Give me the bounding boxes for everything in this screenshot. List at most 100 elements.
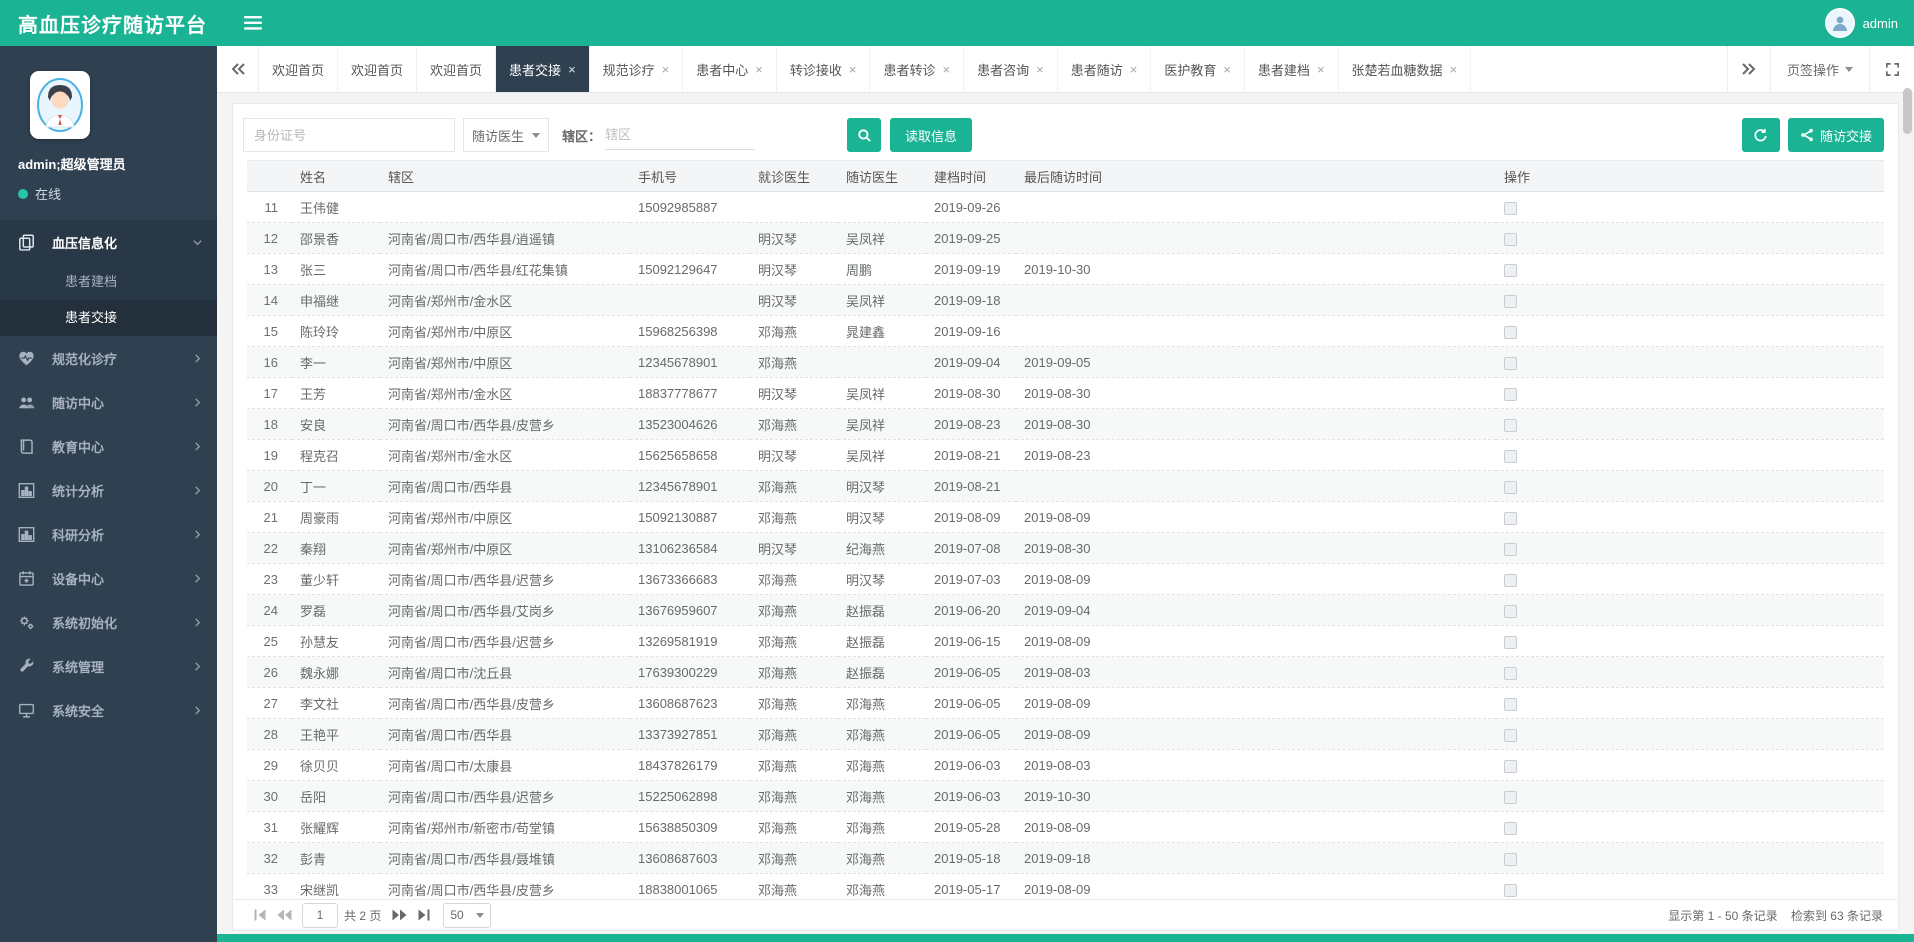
row-select-checkbox[interactable] (1504, 232, 1517, 246)
fullscreen-icon[interactable] (1870, 46, 1914, 92)
row-select-checkbox[interactable] (1504, 728, 1517, 742)
patient-name: 李一 (292, 346, 380, 378)
row-select-checkbox[interactable] (1504, 325, 1517, 339)
table-row: 18 安良 河南省/周口市/西华县/皮营乡 13523004626 邓海燕 吴凤祥 2019… (247, 408, 1884, 440)
tab[interactable]: 张楚若血糖数据 × (1339, 46, 1472, 92)
row-select-checkbox[interactable] (1504, 573, 1517, 587)
next-page-button[interactable] (387, 903, 411, 927)
tab[interactable]: 转诊接收 × (777, 46, 871, 92)
close-icon[interactable]: × (662, 63, 670, 76)
sidebar-item-label: 血压信息化 (52, 235, 118, 251)
profile-avatar[interactable] (30, 71, 90, 139)
sidebar-item[interactable]: 科研分析 (0, 512, 217, 556)
row-select-checkbox[interactable] (1504, 635, 1517, 649)
patient-region: 河南省/周口市/西华县/皮营乡 (380, 408, 630, 440)
bar-chart-icon (18, 526, 35, 543)
sidebar-toggle-icon[interactable] (238, 10, 268, 36)
row-select-checkbox[interactable] (1504, 883, 1517, 897)
row-actions (1496, 625, 1884, 657)
id-card-input[interactable] (243, 118, 455, 152)
last-page-button[interactable] (411, 903, 435, 927)
column-header: 最后随访时间 (1016, 160, 1496, 192)
row-select-checkbox[interactable] (1504, 480, 1517, 494)
close-icon[interactable]: × (1130, 63, 1138, 76)
follow-doctor: 吴凤祥 (838, 408, 926, 440)
close-icon[interactable]: × (943, 63, 951, 76)
refresh-button[interactable] (1741, 118, 1780, 152)
close-icon[interactable]: × (1317, 63, 1325, 76)
row-number: 28 (247, 718, 292, 750)
tab[interactable]: 欢迎首页 (259, 46, 339, 92)
patient-phone: 13523004626 (630, 408, 750, 440)
first-page-button[interactable] (248, 903, 272, 927)
row-select-checkbox[interactable] (1504, 449, 1517, 463)
row-select-checkbox[interactable] (1504, 201, 1517, 215)
tab[interactable]: 患者交接 × (496, 46, 590, 92)
sidebar-subitem[interactable]: 患者建档 (0, 264, 217, 300)
wrench-icon (18, 658, 35, 675)
row-select-checkbox[interactable] (1504, 418, 1517, 432)
row-select-checkbox[interactable] (1504, 387, 1517, 401)
region-input[interactable] (605, 120, 756, 150)
close-icon[interactable]: × (1450, 63, 1458, 76)
tab[interactable]: 患者随访 × (1058, 46, 1152, 92)
tab[interactable]: 患者建档 × (1245, 46, 1339, 92)
row-number: 18 (247, 408, 292, 440)
follow-handover-button[interactable]: 随访交接 (1787, 118, 1884, 152)
close-icon[interactable]: × (755, 63, 763, 76)
row-select-checkbox[interactable] (1504, 263, 1517, 277)
row-select-checkbox[interactable] (1504, 666, 1517, 680)
scroll-tabs-right-icon[interactable] (1728, 46, 1770, 92)
row-select-checkbox[interactable] (1504, 604, 1517, 618)
table-row: 29 徐贝贝 河南省/周口市/太康县 18437826179 邓海燕 邓海燕 2019-06… (247, 749, 1884, 781)
row-select-checkbox[interactable] (1504, 697, 1517, 711)
close-icon[interactable]: × (1223, 63, 1231, 76)
sidebar-subitem[interactable]: 患者交接 (0, 300, 217, 336)
close-icon[interactable]: × (1036, 63, 1044, 76)
follow-doctor-select[interactable]: 随访医生 (463, 118, 549, 152)
row-select-checkbox[interactable] (1504, 759, 1517, 773)
last-visit-date: 2019-09-18 (1016, 842, 1496, 874)
tab[interactable]: 医护教育 × (1151, 46, 1245, 92)
sidebar-item[interactable]: 系统安全 (0, 688, 217, 732)
read-info-button[interactable]: 读取信息 (890, 118, 973, 152)
patient-name: 李文社 (292, 687, 380, 719)
row-number: 20 (247, 470, 292, 502)
tab[interactable]: 欢迎首页 (338, 46, 418, 92)
sidebar-item[interactable]: 系统初始化 (0, 600, 217, 644)
sidebar-item[interactable]: 随访中心 (0, 380, 217, 424)
sidebar-item[interactable]: 规范化诊疗 (0, 336, 217, 380)
patient-name: 周豪雨 (292, 501, 380, 533)
sidebar-item[interactable]: 系统管理 (0, 644, 217, 688)
tab[interactable]: 规范诊疗 × (590, 46, 684, 92)
row-select-checkbox[interactable] (1504, 294, 1517, 308)
sidebar-item[interactable]: 血压信息化 (0, 220, 217, 264)
tab-operations-dropdown[interactable]: 页签操作 (1769, 46, 1870, 92)
row-select-checkbox[interactable] (1504, 852, 1517, 866)
last-visit-date (1016, 191, 1496, 223)
sidebar-item[interactable]: 设备中心 (0, 556, 217, 600)
prev-page-button[interactable] (272, 903, 296, 927)
close-icon[interactable]: × (568, 63, 576, 76)
tab[interactable]: 患者咨询 × (964, 46, 1058, 92)
user-avatar[interactable] (1824, 8, 1855, 38)
row-select-checkbox[interactable] (1504, 821, 1517, 835)
tab[interactable]: 患者中心 × (683, 46, 777, 92)
page-number-input[interactable] (302, 902, 338, 928)
scroll-tabs-left-icon[interactable] (217, 46, 259, 92)
row-select-checkbox[interactable] (1504, 542, 1517, 556)
close-icon[interactable]: × (849, 63, 857, 76)
row-select-checkbox[interactable] (1504, 790, 1517, 804)
row-select-checkbox[interactable] (1504, 511, 1517, 525)
row-number: 26 (247, 656, 292, 688)
row-actions (1496, 408, 1884, 440)
search-button[interactable] (847, 118, 882, 152)
sidebar-item[interactable]: 教育中心 (0, 424, 217, 468)
tab[interactable]: 患者转诊 × (870, 46, 965, 92)
sidebar-item[interactable]: 统计分析 (0, 468, 217, 512)
last-visit-date: 2019-08-30 (1016, 532, 1496, 564)
scrollbar-thumb[interactable] (1903, 88, 1912, 134)
page-size-select[interactable]: 50 (443, 902, 492, 928)
row-select-checkbox[interactable] (1504, 356, 1517, 370)
tab[interactable]: 欢迎首页 (417, 46, 497, 92)
